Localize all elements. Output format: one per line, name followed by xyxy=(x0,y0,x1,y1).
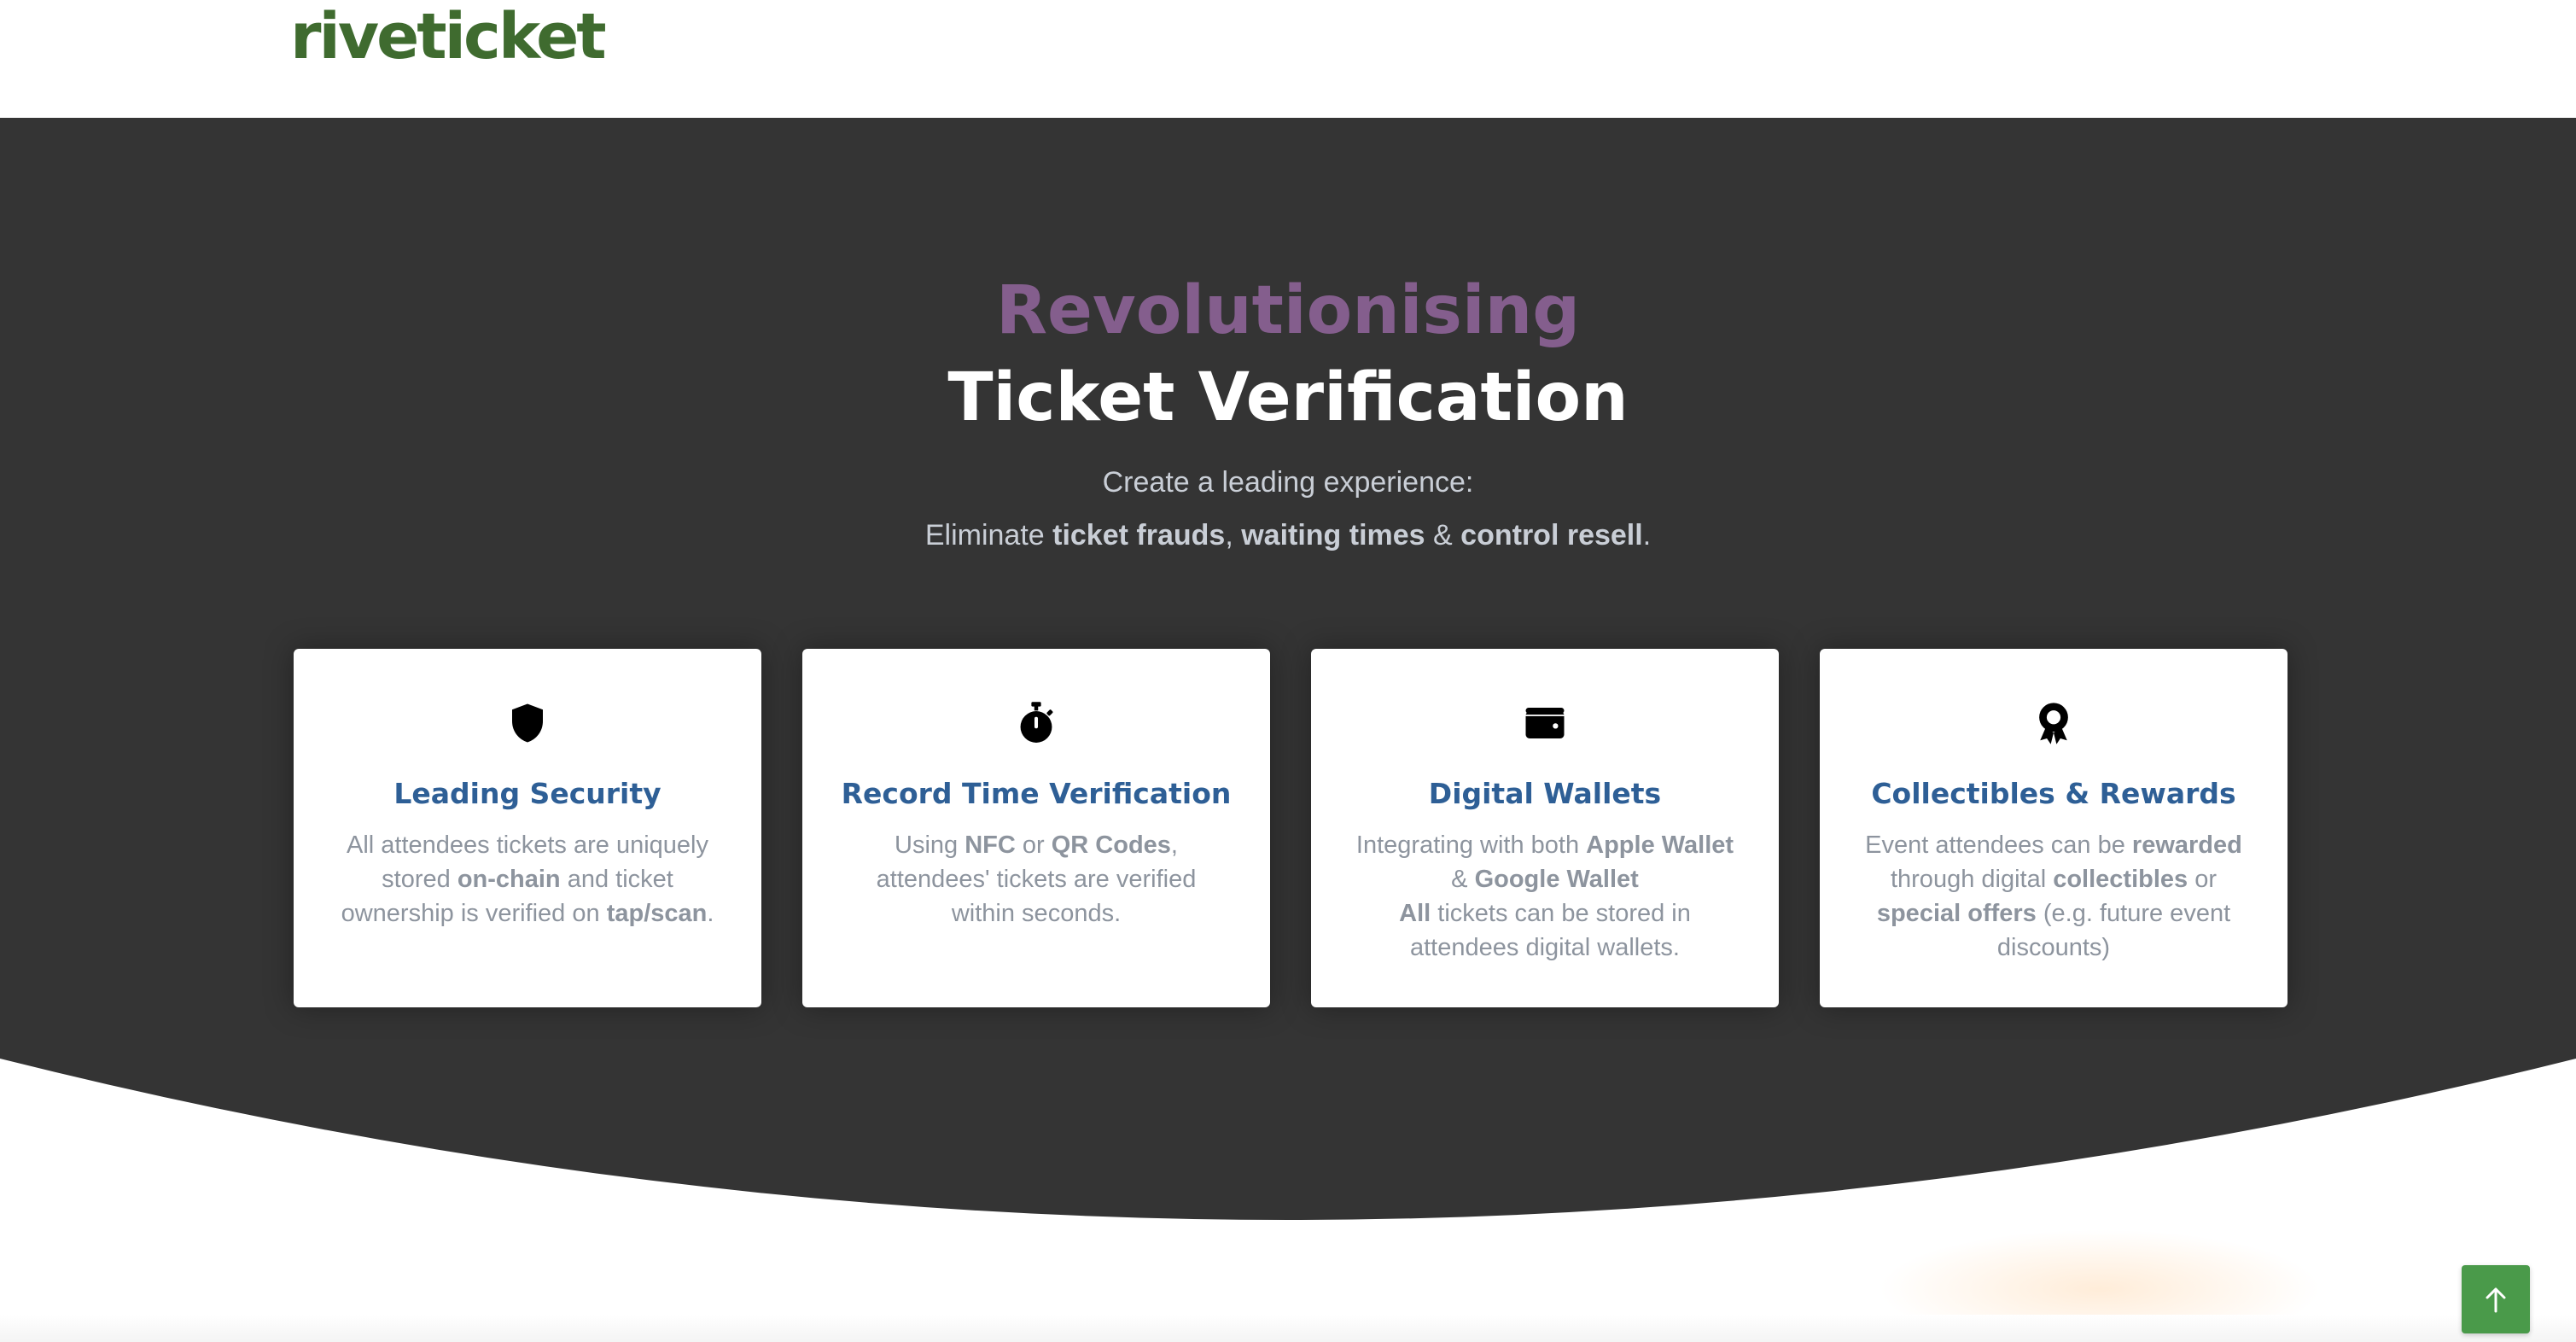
card-text-bold: Google Wallet xyxy=(1474,866,1639,893)
card-text-bold: special offers xyxy=(1876,900,2037,927)
card-text-bold: tap/scan xyxy=(606,900,708,927)
feature-card-verification: Record Time Verification Using NFC or QR… xyxy=(802,649,1270,1007)
tagline-sep-1: , xyxy=(1225,519,1242,551)
header: riveticket xyxy=(0,0,2576,118)
tagline-suffix: . xyxy=(1642,519,1652,551)
card-title: Record Time Verification xyxy=(841,777,1232,810)
card-text: & xyxy=(1451,866,1475,893)
card-title: Collectibles & Rewards xyxy=(1871,777,2236,810)
shield-icon xyxy=(512,703,543,743)
card-text-bold: Apple Wallet xyxy=(1586,831,1734,859)
award-icon xyxy=(2039,703,2068,744)
card-text: or xyxy=(1015,831,1052,859)
scroll-to-top-button[interactable] xyxy=(2462,1265,2530,1333)
feature-card-wallets: Digital Wallets Integrating with both Ap… xyxy=(1311,649,1779,1007)
card-text: or xyxy=(2188,866,2218,893)
wallet-icon xyxy=(1525,708,1565,738)
card-text: Event attendees can be xyxy=(1865,831,2132,859)
feature-card-security: Leading Security All attendees tickets a… xyxy=(294,649,761,1007)
card-text: Using xyxy=(895,831,965,859)
tagline-prefix: Eliminate xyxy=(924,519,1053,551)
page: riveticket Revolutionising Ticket Verifi… xyxy=(0,0,2576,1342)
hero-title-accent: Revolutionising xyxy=(995,272,1581,349)
card-text: tickets can be stored in attendees digit… xyxy=(1410,900,1691,961)
tagline-sep-2: & xyxy=(1425,519,1461,551)
card-text: through digital xyxy=(1890,866,2054,893)
card-title: Digital Wallets xyxy=(1428,777,1662,810)
card-text-bold: on-chain xyxy=(457,866,561,893)
hero-subtitle: Create a leading experience: xyxy=(1102,466,1474,499)
card-text-bold: collectibles xyxy=(2053,866,2188,893)
card-text-bold: QR Codes xyxy=(1051,831,1171,859)
arrow-up-icon xyxy=(2486,1287,2506,1313)
card-title: Leading Security xyxy=(393,777,661,810)
logo[interactable]: riveticket xyxy=(290,5,607,68)
card-description: Integrating with both Apple Wallet & Goo… xyxy=(1354,828,1736,965)
stopwatch-icon xyxy=(1020,702,1053,743)
card-text-bold: All xyxy=(1399,900,1431,927)
card-text-bold: NFC xyxy=(965,831,1016,859)
hero-tagline: Eliminate ticket frauds, waiting times &… xyxy=(0,519,2576,552)
feature-card-rewards: Collectibles & Rewards Event attendees c… xyxy=(1820,649,2288,1007)
hero-section: Revolutionising Ticket Verification Crea… xyxy=(0,118,2576,1228)
card-description: Using NFC or QR Codes, attendees' ticket… xyxy=(845,828,1227,931)
card-description: Event attendees can be rewarded through … xyxy=(1862,828,2245,965)
card-description: All attendees tickets are uniquely store… xyxy=(336,828,719,931)
tagline-ticket-frauds: ticket frauds xyxy=(1052,519,1226,551)
card-text: . xyxy=(707,900,714,927)
card-text-bold: rewarded xyxy=(2131,831,2242,859)
card-text: Integrating with both xyxy=(1355,831,1587,859)
hero-title: Ticket Verification xyxy=(947,359,1629,436)
tagline-waiting-times: waiting times xyxy=(1241,519,1425,551)
tagline-control-resell: control resell xyxy=(1460,519,1643,551)
next-section-edge xyxy=(0,1315,2576,1342)
